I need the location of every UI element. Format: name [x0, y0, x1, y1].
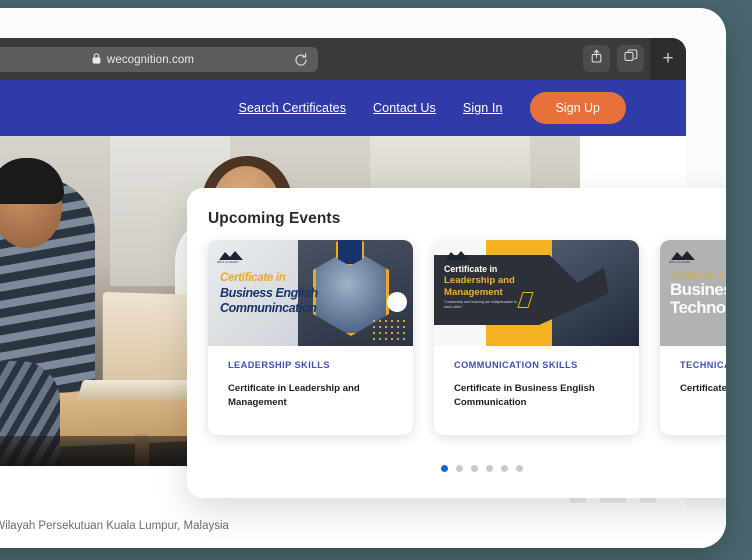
address-strip: a Lumpur, Wilayah Persekutuan Kuala Lump…	[0, 496, 726, 548]
card-body: COMMUNICATION SKILLS Certificate in Busi…	[434, 346, 639, 420]
banner-subtitle: "Leadership and learning are indispensab…	[444, 300, 518, 310]
address-bar[interactable]: wecognition.com	[0, 47, 318, 72]
carousel-pagination[interactable]	[187, 465, 726, 472]
banner-line-2: Leadership and	[444, 275, 515, 286]
card-body: LEADERSHIP SKILLS Certificate in Leaders…	[208, 346, 413, 420]
card-banner-image: MDIS ACADEMY Certificate in Leadership a…	[434, 240, 639, 346]
event-card[interactable]: MDIS ACADEMY Certificate in Business Tec…	[660, 240, 726, 435]
carousel-dot[interactable]	[501, 465, 508, 472]
nav-link-search-certificates[interactable]: Search Certificates	[239, 101, 347, 115]
tabs-overview-icon	[623, 49, 638, 68]
reload-icon[interactable]	[294, 52, 308, 67]
banner-line-1: Certificate in	[444, 264, 498, 274]
url-text: wecognition.com	[106, 53, 195, 66]
upcoming-events-panel: Upcoming Events MDIS ACADEMY Certificate…	[187, 188, 726, 498]
banner-line-2: Business English	[220, 286, 318, 300]
event-card[interactable]: MDIS ACADEMY Certificate in Business Eng…	[208, 240, 413, 435]
banner-line-3: Technology	[670, 298, 726, 317]
sign-up-button[interactable]: Sign Up	[529, 92, 626, 124]
nav-link-contact-us[interactable]: Contact Us	[373, 101, 436, 115]
carousel-dot[interactable]	[456, 465, 463, 472]
events-carousel[interactable]: MDIS ACADEMY Certificate in Business Eng…	[208, 240, 726, 435]
carousel-dot[interactable]	[516, 465, 523, 472]
card-title: Certificate in Business English Communic…	[454, 383, 595, 408]
browser-chrome: wecognition.com +	[0, 38, 686, 80]
location-address-text: a Lumpur, Wilayah Persekutuan Kuala Lump…	[0, 520, 229, 532]
card-title: Certificate in Business Technology	[680, 383, 726, 394]
brand-caption: MDIS ACADEMY	[669, 261, 692, 264]
browser-toolbar-actions	[583, 45, 644, 72]
device-frame: wecognition.com + Search Certificates Co…	[0, 8, 726, 548]
card-body: TECHNICAL SKILLS Certificate in Business…	[660, 346, 726, 406]
share-button[interactable]	[583, 45, 610, 72]
carousel-dot[interactable]	[441, 465, 448, 472]
brand-caption: MDIS ACADEMY	[217, 261, 240, 264]
card-category: LEADERSHIP SKILLS	[228, 360, 330, 370]
page-title: Upcoming Events	[208, 210, 341, 227]
tabs-overview-button[interactable]	[617, 45, 644, 72]
banner-line-3: Communincation	[220, 301, 317, 315]
event-card[interactable]: MDIS ACADEMY Certificate in Leadership a…	[434, 240, 639, 435]
carousel-dot[interactable]	[471, 465, 478, 472]
site-navigation-bar: Search Certificates Contact Us Sign In S…	[0, 80, 686, 136]
card-category: TECHNICAL SKILLS	[680, 360, 726, 370]
new-tab-button[interactable]: +	[650, 38, 686, 80]
card-title: Certificate in Leadership and Management	[228, 383, 360, 408]
nav-link-sign-in[interactable]: Sign In	[463, 101, 503, 115]
banner-line-2: Business	[670, 280, 726, 299]
card-category: COMMUNICATION SKILLS	[454, 360, 578, 370]
share-icon	[590, 49, 603, 68]
banner-line-1: Certificate in	[220, 272, 286, 284]
carousel-dot[interactable]	[486, 465, 493, 472]
banner-line-1: Certificate in	[672, 270, 725, 280]
card-banner-image: MDIS ACADEMY Certificate in Business Tec…	[660, 240, 726, 346]
card-banner-image: MDIS ACADEMY Certificate in Business Eng…	[208, 240, 413, 346]
lock-icon	[92, 51, 101, 69]
banner-line-3: Management	[444, 287, 503, 298]
